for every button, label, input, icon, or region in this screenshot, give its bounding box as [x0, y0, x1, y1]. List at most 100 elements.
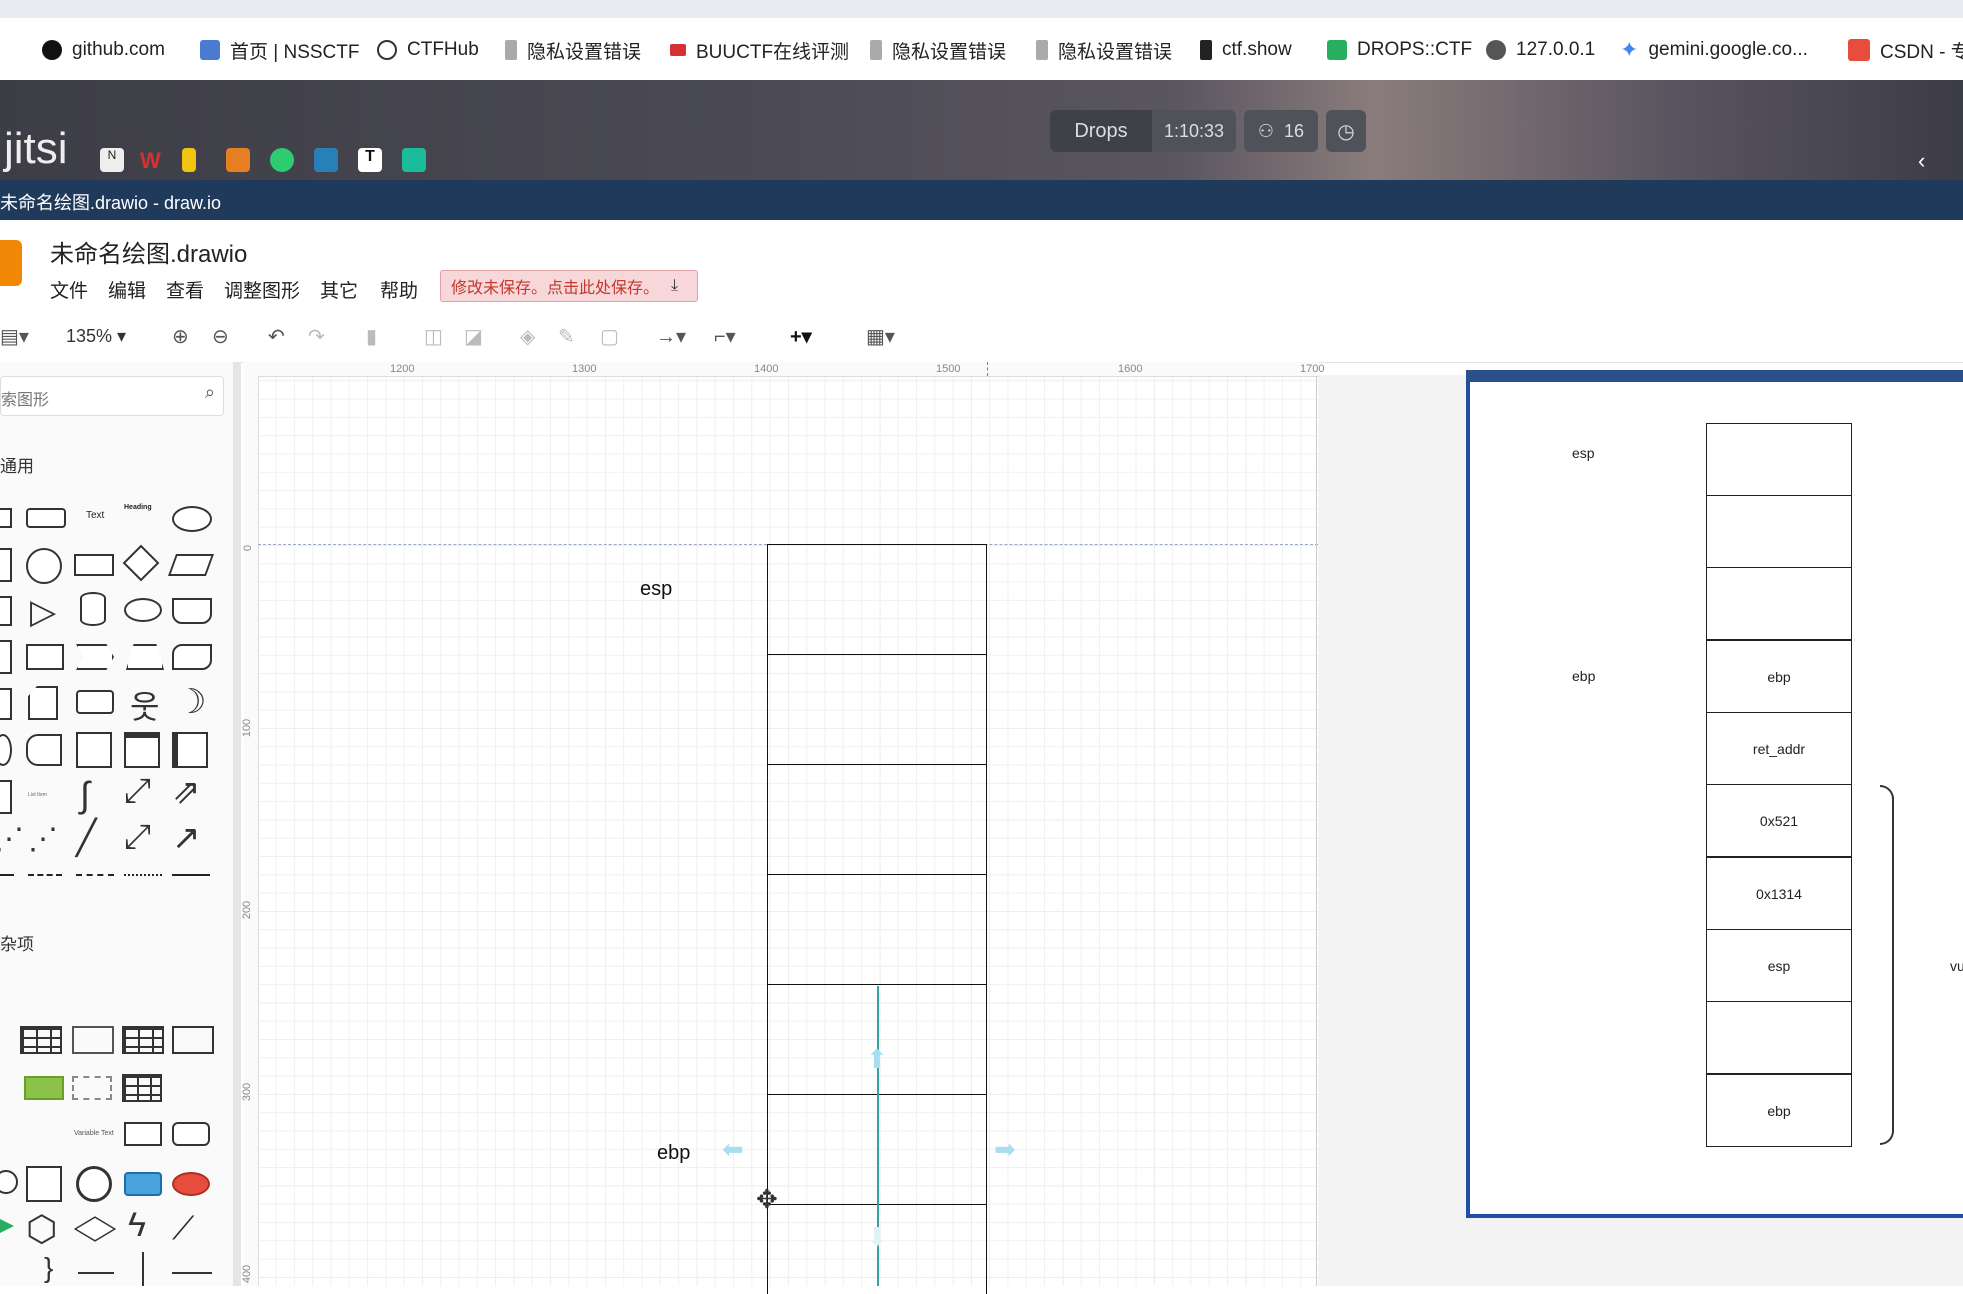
sidebar-scrollbar[interactable]: [233, 362, 241, 1286]
menu-extras[interactable]: 其它: [320, 276, 358, 303]
stack-cell[interactable]: [767, 654, 987, 765]
chevron-left-icon[interactable]: ‹: [1918, 148, 1942, 173]
menu-file[interactable]: 文件: [50, 276, 88, 303]
bookmark-privacy-error-1[interactable]: 隐私设置错误: [505, 36, 641, 64]
bidirectional-arrow-shape[interactable]: ⤢: [124, 772, 151, 811]
tape-shape[interactable]: [172, 644, 212, 670]
bookmark-gemini[interactable]: ✦ gemini.google.co...: [1620, 36, 1808, 64]
cloud-shape[interactable]: [124, 598, 162, 622]
stack-cell[interactable]: [767, 544, 987, 655]
line-color-icon[interactable]: ✎: [558, 324, 575, 349]
hexagon-shape[interactable]: [0, 596, 12, 626]
rounded-rectangle-shape[interactable]: [26, 508, 66, 528]
square-shape[interactable]: [0, 548, 12, 582]
arrow-down-icon[interactable]: ⬇: [866, 1222, 888, 1253]
bookmark-ctfshow[interactable]: ctf.show: [1200, 36, 1292, 64]
app-icon[interactable]: [402, 148, 426, 172]
store-icon[interactable]: [226, 148, 250, 172]
triangle-shape[interactable]: ▷: [30, 592, 56, 632]
circle-shape[interactable]: [26, 548, 62, 584]
bookmark-csdn[interactable]: CSDN - 专: [1848, 36, 1963, 64]
dashed-table-shape[interactable]: [72, 1076, 112, 1100]
menu-view[interactable]: 查看: [166, 276, 204, 303]
folder-icon[interactable]: [182, 148, 196, 172]
dotted-arrow-shape[interactable]: [124, 874, 162, 878]
red-ellipse-shape[interactable]: [172, 1172, 210, 1196]
wps-icon[interactable]: W: [140, 148, 164, 173]
dashed-line-shape[interactable]: ⋰: [0, 822, 24, 857]
dotted-line-shape[interactable]: ⋰: [28, 822, 58, 857]
curve-shape[interactable]: ∫: [80, 774, 90, 816]
square-outline-shape[interactable]: [26, 1166, 62, 1202]
delay-shape[interactable]: [26, 734, 62, 766]
bookmark-github[interactable]: github.com: [42, 36, 165, 64]
3d-cube-shape[interactable]: ⬡: [26, 1208, 57, 1250]
insert-icon[interactable]: +▾: [790, 324, 812, 349]
list-table-shape[interactable]: [72, 1026, 114, 1054]
arrow-right-icon[interactable]: ➡: [994, 1134, 1016, 1165]
label-ebp[interactable]: ebp: [657, 1142, 690, 1165]
directional-connector-shape[interactable]: ↗: [172, 818, 201, 858]
wechat-icon[interactable]: [270, 148, 294, 172]
note-shape[interactable]: [0, 688, 12, 720]
variable-text-shape[interactable]: Variable Text: [74, 1130, 114, 1137]
waypoints-icon[interactable]: ⌐▾: [714, 324, 736, 349]
internal-storage-shape[interactable]: [0, 640, 12, 674]
bookmark-buuctf[interactable]: BUUCTF在线评测: [670, 36, 849, 64]
green-table-shape[interactable]: [24, 1076, 64, 1100]
stack-cell[interactable]: [767, 764, 987, 875]
zoom-select[interactable]: 135% ▾: [66, 326, 126, 347]
to-front-icon[interactable]: ◫: [424, 324, 443, 349]
bidirectional-connector-shape[interactable]: ⤢: [124, 818, 151, 857]
unsaved-save-button[interactable]: 修改未保存。点击此处保存。 ⤓: [440, 270, 698, 302]
bookmark-privacy-error-3[interactable]: 隐私设置错误: [1036, 36, 1172, 64]
shadow-icon[interactable]: ▢: [600, 324, 619, 349]
zoom-in-icon[interactable]: ⊕: [172, 324, 189, 349]
table-shape[interactable]: [20, 1026, 62, 1054]
bookmark-privacy-error-2[interactable]: 隐私设置错误: [870, 36, 1006, 64]
section-general[interactable]: 通用: [0, 452, 34, 477]
shape-search-input[interactable]: 索图形 ⌕: [0, 376, 224, 416]
label-esp[interactable]: esp: [640, 578, 672, 601]
vertical-line-shape[interactable]: [142, 1252, 144, 1286]
circle-outline-shape[interactable]: [76, 1166, 112, 1202]
undo-icon[interactable]: ↶: [268, 324, 285, 349]
fill-color-icon[interactable]: ◈: [520, 324, 535, 349]
long-line-shape[interactable]: [172, 1272, 212, 1274]
delete-icon[interactable]: ▮: [366, 324, 377, 349]
redo-icon[interactable]: ↷: [308, 324, 325, 349]
box-shape[interactable]: [124, 1122, 162, 1146]
menu-help[interactable]: 帮助: [380, 276, 418, 303]
bookmark-drops[interactable]: DROPS::CTF: [1327, 36, 1472, 64]
menu-arrange[interactable]: 调整图形: [224, 276, 300, 303]
association-shape[interactable]: [172, 874, 210, 876]
link-shape[interactable]: [0, 874, 14, 876]
arrow-left-icon[interactable]: ⬅: [722, 1134, 744, 1165]
grid-table-shape[interactable]: [122, 1026, 164, 1054]
vscode-icon[interactable]: [314, 148, 338, 172]
parallelogram-shape[interactable]: [167, 554, 215, 576]
notion-icon[interactable]: N: [100, 148, 124, 172]
vertical-swimlane-shape[interactable]: [172, 732, 208, 768]
line-shape[interactable]: ╱: [76, 818, 96, 858]
stack-cell[interactable]: [767, 874, 987, 985]
bookmark-ctfhub[interactable]: CTFHub: [377, 36, 479, 64]
to-back-icon[interactable]: ◪: [464, 324, 483, 349]
zigzag-shape[interactable]: ϟ: [128, 1206, 146, 1245]
process-shape[interactable]: [74, 554, 114, 576]
bookmark-nssctf[interactable]: 首页 | NSSCTF: [200, 36, 360, 64]
cylinder-shape[interactable]: [80, 592, 106, 626]
document-shape[interactable]: [172, 598, 212, 624]
typora-icon[interactable]: T: [358, 148, 382, 172]
rectangle-shape[interactable]: [0, 508, 12, 528]
table-icon[interactable]: ▦▾: [866, 324, 895, 349]
list-item-shape[interactable]: List Item: [28, 792, 47, 798]
matrix-shape[interactable]: [122, 1074, 162, 1102]
menu-edit[interactable]: 编辑: [108, 276, 146, 303]
heading-shape[interactable]: Heading: [124, 504, 152, 511]
dashed-arrow-shape[interactable]: [76, 874, 114, 878]
bookmark-localhost[interactable]: 127.0.0.1: [1486, 36, 1595, 64]
connection-icon[interactable]: →▾: [656, 324, 686, 349]
arrow-shape[interactable]: ⇗: [172, 772, 201, 812]
list-shape[interactable]: [0, 780, 12, 814]
